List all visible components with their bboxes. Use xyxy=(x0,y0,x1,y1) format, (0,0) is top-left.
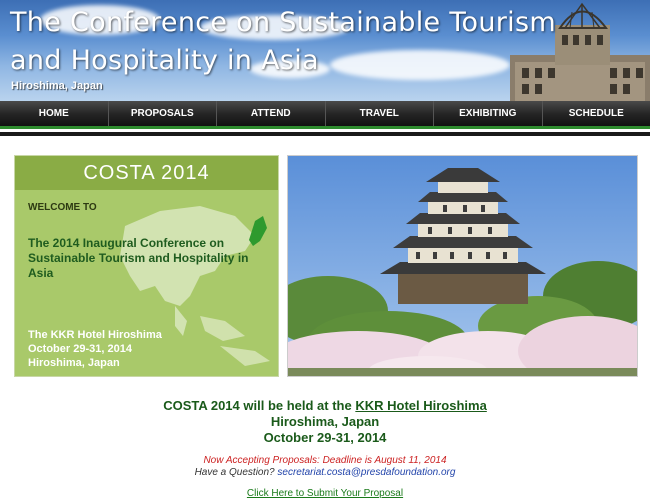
nav-proposals[interactable]: PROPOSALS xyxy=(109,101,217,126)
contact-email-link[interactable]: secretariat.costa@presdafoundation.org xyxy=(277,467,455,478)
event-dates: October 29-31, 2014 xyxy=(263,430,387,445)
event-info: COSTA 2014 will be held at the KKR Hotel… xyxy=(0,398,650,499)
welcome-heading: COSTA 2014 xyxy=(15,156,278,190)
venue-name: The KKR Hotel Hiroshima xyxy=(28,329,162,341)
welcome-body: The 2014 Inaugural Conference on Sustain… xyxy=(28,236,249,280)
event-location-line: COSTA 2014 will be held at the KKR Hotel… xyxy=(0,398,650,413)
hiroshima-castle-photo xyxy=(287,155,638,377)
cloud-shape xyxy=(330,50,510,80)
site-title-line2: and Hospitality in Asia xyxy=(10,45,319,76)
contact-prefix: Have a Question? xyxy=(194,467,278,478)
main-nav: HOME PROPOSALS ATTEND TRAVEL EXHIBITING … xyxy=(0,101,650,129)
event-city: Hiroshima, Japan xyxy=(270,414,380,429)
event-location-prefix: COSTA 2014 will be held at the xyxy=(163,398,356,413)
hotel-link[interactable]: KKR Hotel Hiroshima xyxy=(355,398,486,413)
site-title-line1: The Conference on Sustainable Tourism xyxy=(10,7,556,38)
header-banner: The Conference on Sustainable Tourism an… xyxy=(0,0,650,101)
nav-travel[interactable]: TRAVEL xyxy=(326,101,434,126)
nav-attend[interactable]: ATTEND xyxy=(217,101,326,126)
proposal-deadline: Now Accepting Proposals: Deadline is Aug… xyxy=(203,455,447,466)
welcome-panel: COSTA 2014 WELCOME TO The 2014 Inaugural… xyxy=(14,155,279,377)
nav-schedule[interactable]: SCHEDULE xyxy=(543,101,650,126)
submit-proposal-link[interactable]: Click Here to Submit Your Proposal xyxy=(0,488,650,499)
venue-dates: October 29-31, 2014 xyxy=(28,343,132,355)
nav-home[interactable]: HOME xyxy=(0,101,109,126)
venue-city: Hiroshima, Japan xyxy=(28,357,120,369)
contact-line: Have a Question? secretariat.costa@presd… xyxy=(0,467,650,478)
site-location: Hiroshima, Japan xyxy=(11,80,103,92)
venue-info: The KKR Hotel Hiroshima October 29-31, 2… xyxy=(28,328,162,370)
nav-divider xyxy=(0,132,650,136)
nav-exhibiting[interactable]: EXHIBITING xyxy=(434,101,543,126)
welcome-label: WELCOME TO xyxy=(28,202,97,213)
